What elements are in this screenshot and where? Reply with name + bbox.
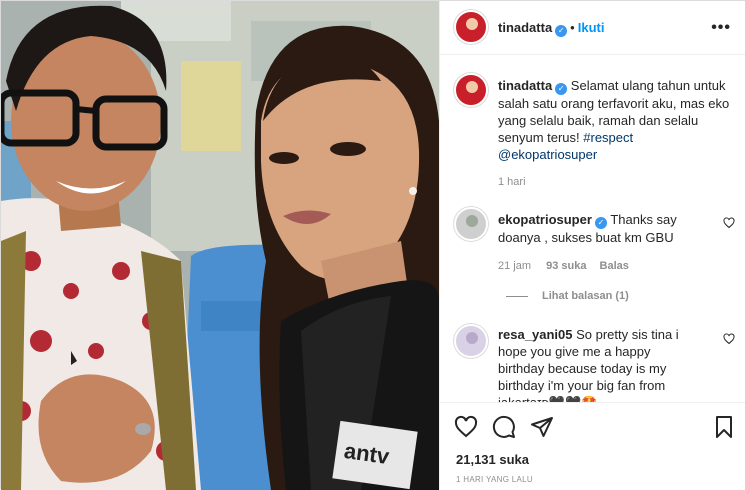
caption: tinadatta ✓ Selamat ulang tahun untuk sal… (498, 77, 734, 163)
mention-link[interactable]: @ekopatriosuper (498, 146, 734, 163)
heart-icon[interactable] (454, 415, 478, 439)
hashtag-link[interactable]: #respect (583, 130, 633, 145)
follow-button[interactable]: Ikuti (578, 20, 605, 35)
comment-icon[interactable] (492, 415, 516, 439)
author-avatar[interactable] (454, 10, 488, 44)
comment-like-heart-icon[interactable] (723, 217, 735, 229)
comment-avatar[interactable] (454, 207, 488, 241)
separator-dot: • (570, 20, 575, 35)
comment-body: resa_yani05 So pretty sis tina i hope yo… (498, 326, 700, 402)
comment-time[interactable]: 21 jam (498, 260, 531, 272)
more-options-icon[interactable]: ••• (711, 19, 731, 37)
author-username[interactable]: tinadatta (498, 20, 552, 35)
comment-avatar[interactable] (454, 324, 488, 358)
comment-username[interactable]: resa_yani05 (498, 327, 572, 342)
view-replies-button[interactable]: Lihat balasan (1) (506, 290, 629, 302)
replies-divider (506, 295, 528, 297)
comment-like-heart-icon[interactable] (723, 333, 735, 345)
caption-author-avatar[interactable] (454, 73, 488, 107)
verified-badge-icon: ✓ (594, 217, 607, 229)
caption-username[interactable]: tinadatta (498, 78, 552, 93)
reply-button[interactable]: Balas (600, 260, 629, 272)
comments-scroll-area[interactable]: tinadatta ✓ Selamat ulang tahun untuk sal… (440, 56, 745, 402)
verified-badge-icon: ✓ (555, 83, 568, 95)
bookmark-icon[interactable] (712, 415, 736, 439)
author-line: tinadatta ✓ • Ikuti (498, 19, 604, 37)
comment-meta: 21 jam 93 suka Balas (498, 260, 629, 272)
likes-count[interactable]: 21,131 suka (456, 452, 529, 467)
share-icon[interactable] (530, 415, 554, 439)
post-side-panel: tinadatta ✓ • Ikuti ••• tinadatta ✓ Selamat … (439, 1, 745, 490)
comment-username[interactable]: ekopatriosuper (498, 212, 592, 227)
post-header: tinadatta ✓ • Ikuti ••• (440, 1, 745, 55)
view-replies-label: Lihat balasan (1) (542, 290, 629, 302)
comment-likes[interactable]: 93 suka (546, 260, 586, 272)
selfie-illustration (1, 1, 439, 490)
instagram-post: antv tinadatta ✓ • Ikuti ••• tinadatta ✓ Sel… (0, 0, 745, 490)
post-photo[interactable]: antv (1, 1, 439, 490)
comment-body: ekopatriosuper ✓ Thanks say doanya , suks… (498, 211, 698, 246)
verified-badge-icon: ✓ (555, 25, 568, 37)
caption-time[interactable]: 1 hari (498, 176, 526, 188)
post-time-ago[interactable]: 1 HARI YANG LALU (456, 475, 533, 484)
